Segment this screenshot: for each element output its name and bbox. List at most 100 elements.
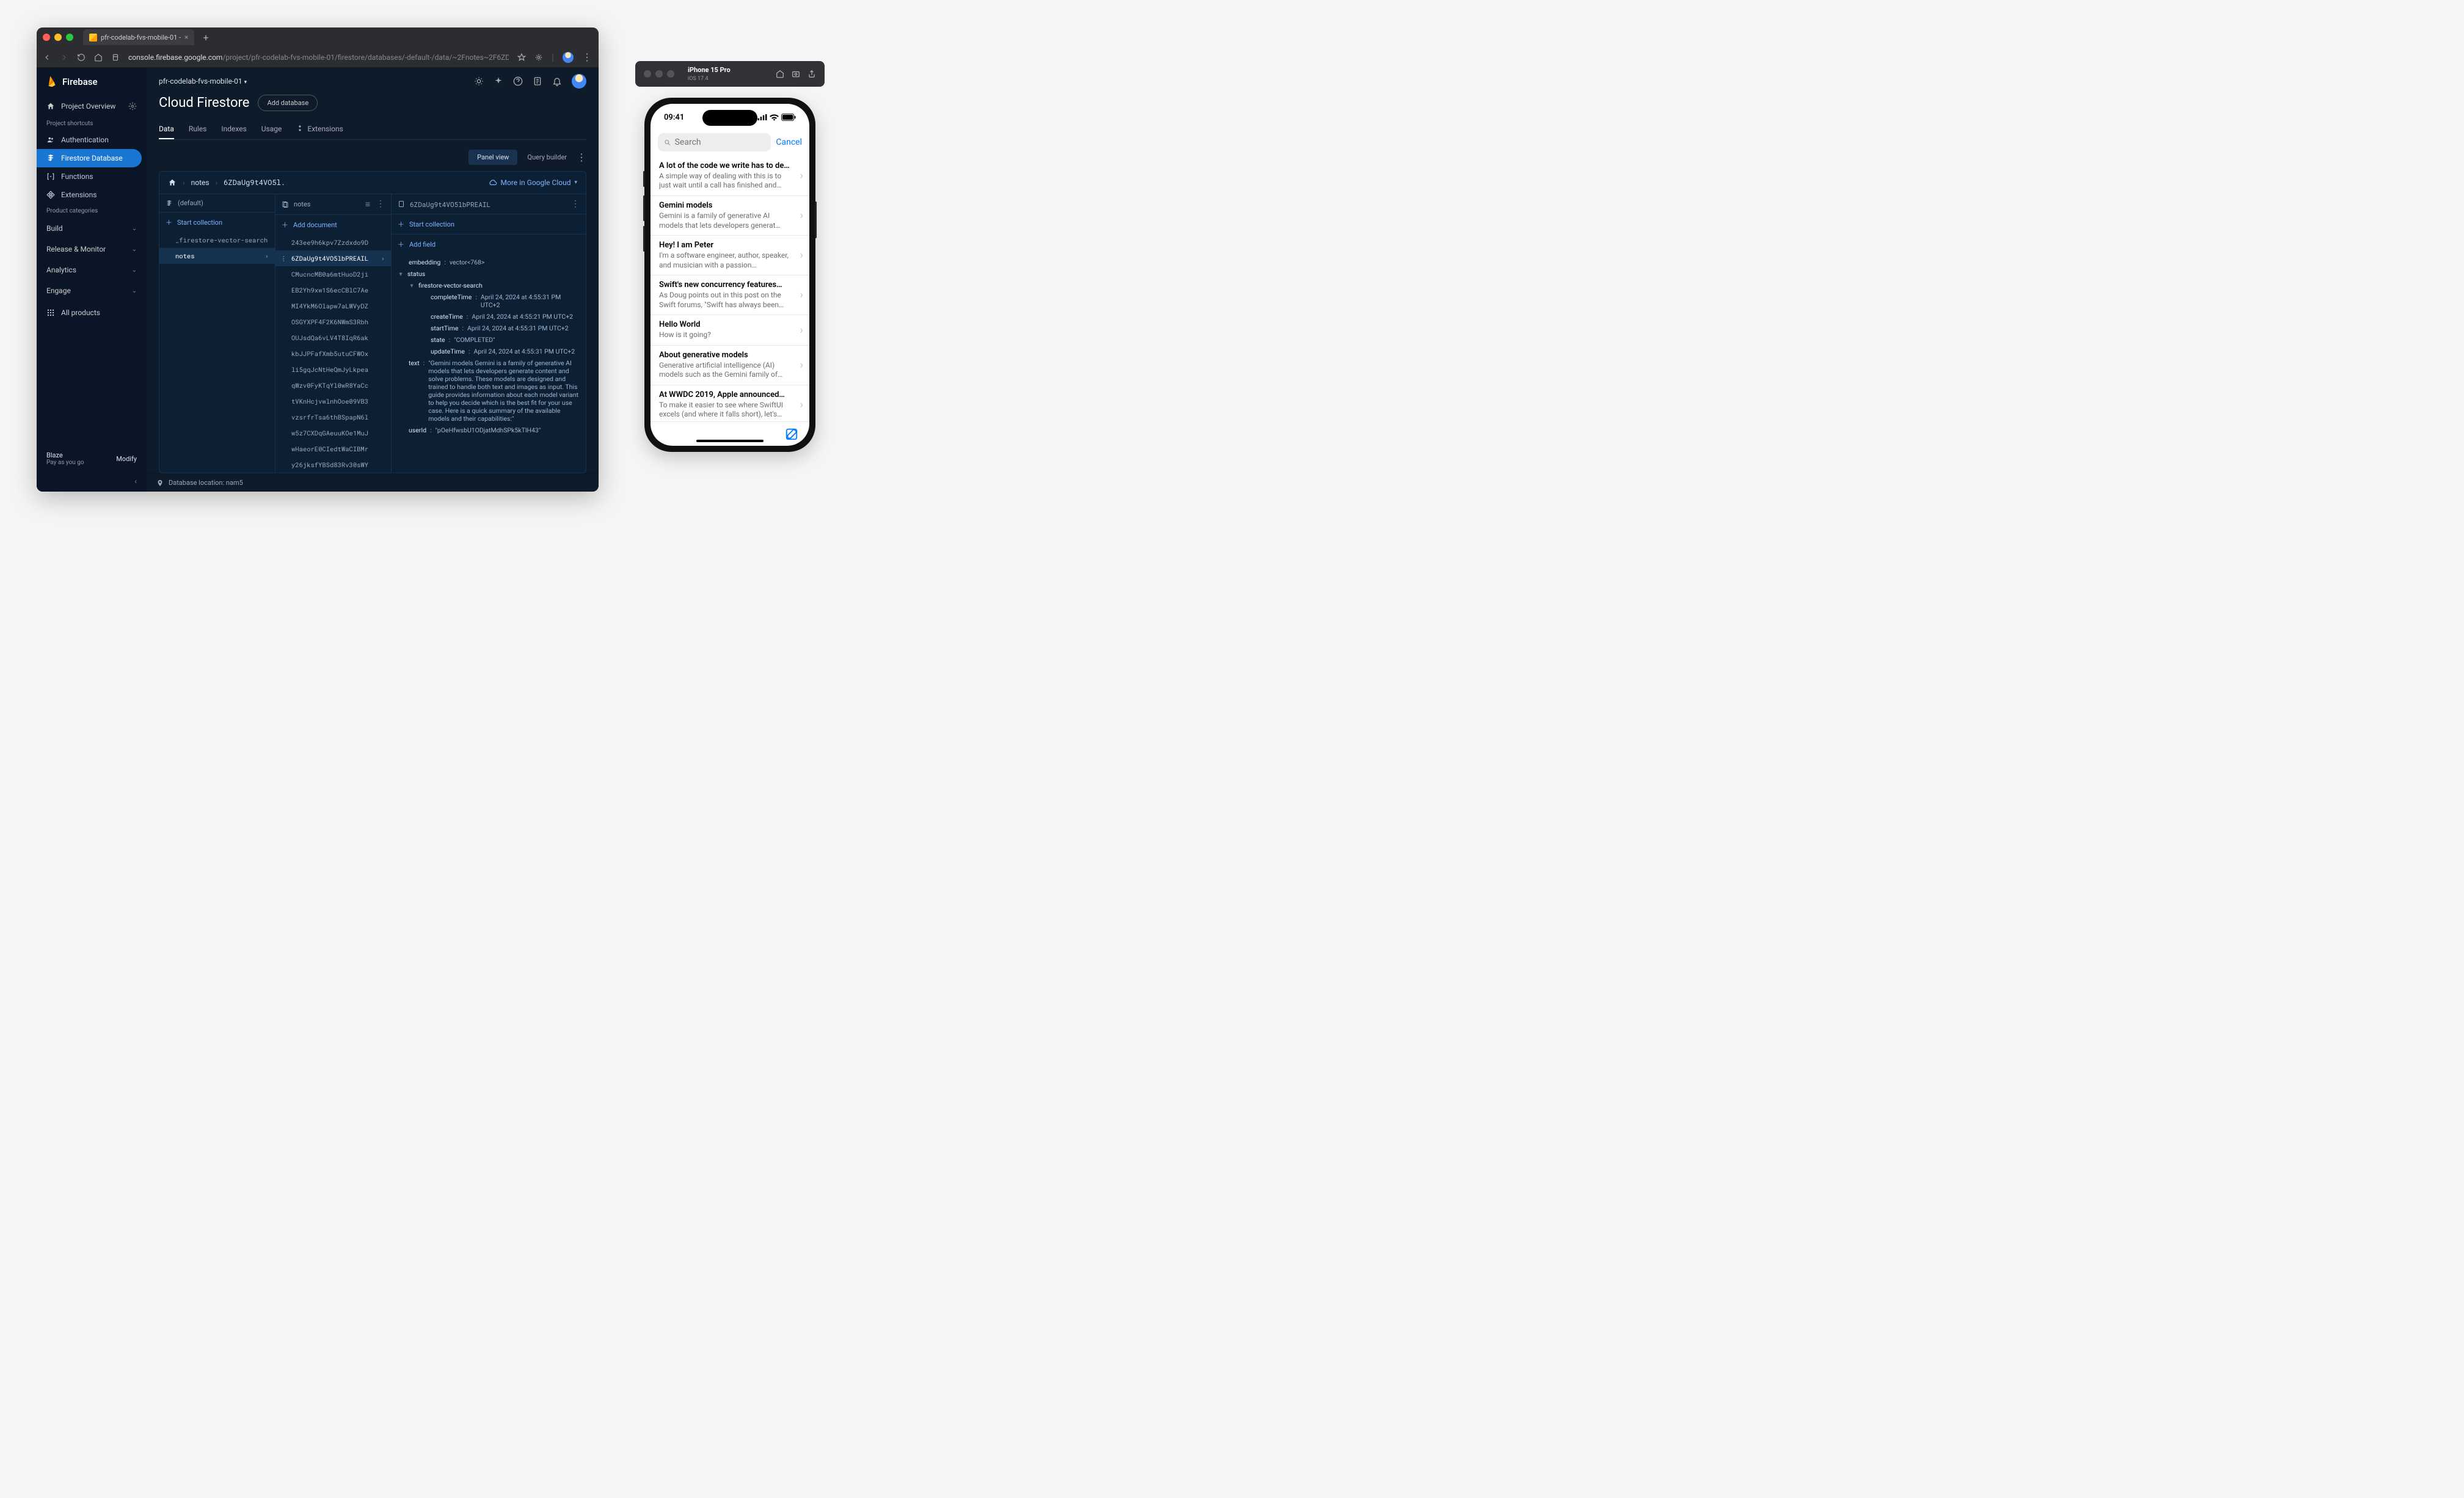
firebase-logo[interactable]: Firebase	[37, 68, 147, 96]
document-item[interactable]: y26jksfYBSd83Rv30sWY	[275, 457, 391, 473]
gear-icon[interactable]	[128, 102, 137, 111]
tab-usage[interactable]: Usage	[261, 120, 282, 139]
screenshot-icon[interactable]	[792, 70, 800, 78]
document-item[interactable]: CMucncMB0a6mtHuoD2ji	[275, 266, 391, 282]
list-item[interactable]: Hello WorldHow is it going?	[651, 315, 809, 345]
document-item[interactable]: tVKnHcjvwlnhOoe09VB3	[275, 393, 391, 409]
maximize-window-icon[interactable]	[66, 34, 73, 41]
collapse-sidebar-button[interactable]: ‹	[37, 473, 147, 492]
all-products[interactable]: All products	[37, 301, 147, 324]
filter-icon[interactable]: ≡	[365, 199, 370, 209]
sparkle-icon[interactable]	[494, 76, 503, 86]
bookmark-icon[interactable]	[517, 53, 526, 62]
kebab-menu-icon[interactable]: ⋮	[582, 51, 592, 63]
close-window-icon[interactable]	[644, 70, 651, 78]
document-item[interactable]: qWzv0FyKTqYl0wR8YaCc	[275, 377, 391, 393]
modify-plan-button[interactable]: Modify	[116, 455, 137, 463]
list-item[interactable]: Gemini modelsGemini is a family of gener…	[651, 196, 809, 236]
sidebar-item-firestore[interactable]: Firestore Database	[37, 149, 142, 167]
sidebar-item-extensions[interactable]: Extensions	[37, 186, 147, 204]
home-icon[interactable]	[94, 53, 103, 62]
kebab-menu-icon[interactable]: ⋮	[376, 199, 385, 209]
home-icon[interactable]	[168, 178, 177, 187]
sidebar-item-authentication[interactable]: Authentication	[37, 131, 147, 149]
list-item[interactable]: About generative modelsGenerative artifi…	[651, 346, 809, 385]
maximize-window-icon[interactable]	[667, 70, 674, 78]
field-row[interactable]: completeTime: April 24, 2024 at 4:55:31 …	[392, 291, 586, 311]
browser-tab[interactable]: pfr-codelab-fvs-mobile-01 - ×	[83, 29, 194, 45]
list-item[interactable]: Hey! I am PeterI'm a software engineer, …	[651, 236, 809, 275]
document-item[interactable]: wHaeorE0CIedtWaCIBMr	[275, 441, 391, 457]
theme-icon[interactable]	[474, 76, 484, 86]
kebab-menu-icon[interactable]: ⋮	[577, 153, 586, 162]
category-analytics[interactable]: Analytics⌄	[37, 260, 147, 280]
profile-avatar[interactable]	[563, 52, 574, 63]
search-input[interactable]	[658, 133, 771, 151]
category-build[interactable]: Build⌄	[37, 218, 147, 239]
cancel-button[interactable]: Cancel	[776, 137, 802, 147]
sidebar-item-functions[interactable]: Functions	[37, 167, 147, 186]
list-item[interactable]: At WWDC 2019, Apple announced…To make it…	[651, 385, 809, 421]
window-controls[interactable]	[644, 70, 674, 78]
document-item[interactable]: kbJJPFafXmb5utuCFWOx	[275, 346, 391, 362]
document-item[interactable]: EB2Yh9xw1S6ecCBlC7Ae	[275, 282, 391, 298]
field-row[interactable]: ▾firestore-vector-search	[392, 280, 586, 291]
field-row[interactable]: createTime: April 24, 2024 at 4:55:21 PM…	[392, 311, 586, 322]
list-item[interactable]: Swift's new concurrency features…As Doug…	[651, 275, 809, 315]
docs-icon[interactable]	[533, 76, 542, 86]
minimize-window-icon[interactable]	[54, 34, 62, 41]
list-item[interactable]: A lot of the code we write has to de…A s…	[651, 156, 809, 196]
field-row[interactable]: state: "COMPLETED"	[392, 334, 586, 346]
query-builder-button[interactable]: Query builder	[527, 153, 567, 161]
document-item[interactable]: li5gqJcNtHeQmJyLkpea	[275, 362, 391, 377]
back-icon[interactable]	[43, 53, 51, 62]
category-engage[interactable]: Engage⌄	[37, 280, 147, 301]
document-item[interactable]: OUJsdQa6vLV4T8IqR6ak	[275, 330, 391, 346]
window-controls[interactable]	[43, 34, 73, 41]
field-row[interactable]: embedding: vector<768>	[392, 256, 586, 268]
field-row[interactable]: userId: "pOeHfwsbU1ODjatMdhSPk5kTlH43"	[392, 424, 586, 436]
add-document-button[interactable]: ＋Add document	[275, 215, 391, 235]
close-window-icon[interactable]	[43, 34, 50, 41]
field-row[interactable]: ▾status	[392, 268, 586, 280]
document-item[interactable]: vzsrfrTsa6thBSpapN6l	[275, 409, 391, 425]
field-row[interactable]: updateTime: April 24, 2024 at 4:55:31 PM…	[392, 346, 586, 357]
category-release[interactable]: Release & Monitor⌄	[37, 239, 147, 260]
start-collection-button[interactable]: ＋Start collection	[159, 213, 275, 232]
compose-icon[interactable]	[785, 427, 798, 441]
bell-icon[interactable]	[552, 76, 562, 86]
search-field[interactable]	[675, 137, 765, 147]
start-collection-button[interactable]: ＋Start collection	[392, 214, 586, 234]
crumb-document[interactable]: 6ZDaUg9t4VO5l.	[224, 178, 285, 187]
home-icon[interactable]	[776, 70, 784, 78]
extensions-icon[interactable]	[534, 53, 543, 62]
crumb-collection[interactable]: notes	[191, 178, 210, 187]
field-row[interactable]: text: "Gemini models Gemini is a family …	[392, 357, 586, 424]
site-info-icon[interactable]	[111, 53, 120, 62]
tab-rules[interactable]: Rules	[189, 120, 206, 139]
document-item[interactable]: 243ee9h6kpv7Zzdxdo9D	[275, 235, 391, 250]
add-field-button[interactable]: ＋Add field	[392, 234, 586, 254]
tab-extensions[interactable]: Extensions	[296, 120, 343, 139]
document-item[interactable]: w5z7CXDqGAeuuKOe1MuJ	[275, 425, 391, 441]
kebab-menu-icon[interactable]: ⋮	[571, 199, 580, 209]
caret-down-icon[interactable]: ▾	[398, 270, 404, 278]
share-icon[interactable]	[807, 70, 816, 78]
add-database-button[interactable]: Add database	[258, 95, 318, 111]
home-indicator[interactable]	[696, 440, 764, 442]
document-list[interactable]: 243ee9h6kpv7Zzdxdo9D 6ZDaUg9t4VO5lbPREAI…	[275, 235, 391, 473]
project-selector[interactable]: pfr-codelab-fvs-mobile-01 ▾	[159, 77, 247, 85]
reload-icon[interactable]	[77, 53, 86, 62]
help-icon[interactable]	[513, 76, 523, 86]
tab-data[interactable]: Data	[159, 120, 174, 139]
document-item[interactable]: OSGYXPF4F2K6NWmS3Rbh	[275, 314, 391, 330]
document-item[interactable]: 6ZDaUg9t4VO5lbPREAIL	[275, 250, 391, 266]
avatar[interactable]	[572, 74, 586, 89]
collection-item[interactable]: notes	[159, 248, 275, 264]
project-overview[interactable]: Project Overview	[37, 96, 147, 117]
url-text[interactable]: console.firebase.google.com/project/pfr-…	[128, 53, 509, 62]
notes-list[interactable]: A lot of the code we write has to de…A s…	[651, 156, 809, 421]
tab-indexes[interactable]: Indexes	[221, 120, 246, 139]
collection-item[interactable]: _firestore-vector-search	[159, 232, 275, 248]
close-tab-icon[interactable]: ×	[184, 33, 188, 42]
